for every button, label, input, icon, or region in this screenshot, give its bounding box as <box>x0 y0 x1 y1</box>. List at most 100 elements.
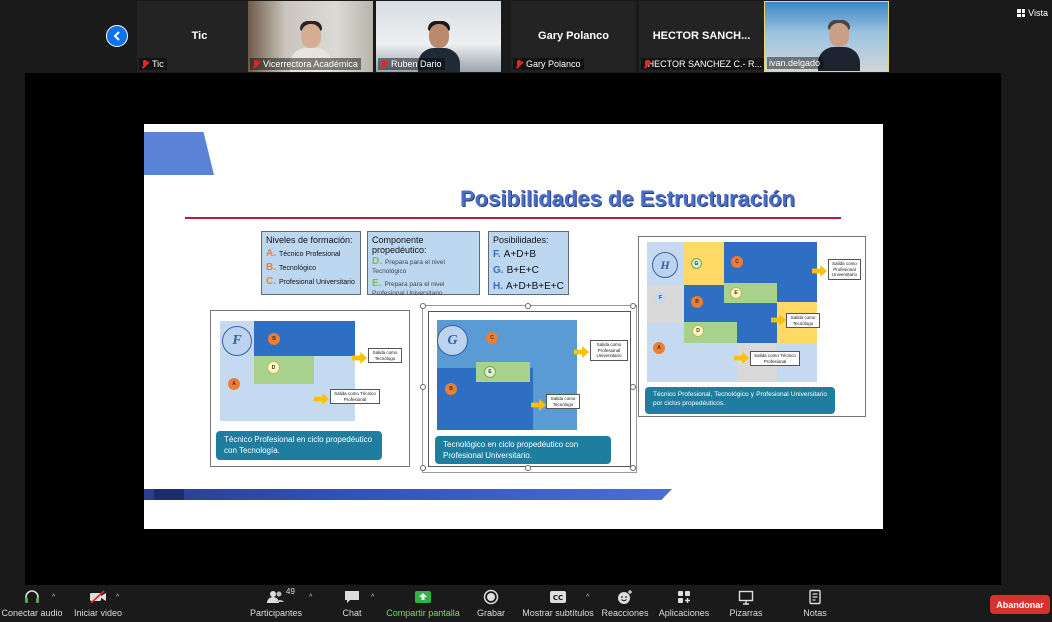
diagram-g-label: G <box>437 325 468 356</box>
muted-mic-icon <box>643 59 648 69</box>
participants-options-caret[interactable]: ^ <box>309 594 312 601</box>
niveles-box: Niveles de formación: A. Técnico Profesio… <box>261 231 361 295</box>
muted-mic-icon <box>141 59 149 69</box>
participant-name: Gary Polanco <box>538 30 609 42</box>
level-circle: E <box>730 287 742 299</box>
resize-handle[interactable] <box>630 384 636 390</box>
share-screen-icon <box>414 589 432 605</box>
participant-tile[interactable]: HECTOR SANCH... HECTOR SANCHEZ C.- R... <box>639 1 764 72</box>
muted-mic-icon <box>515 59 523 69</box>
diagram-g-caption: Tecnológico en ciclo propedéutico con Pr… <box>435 436 611 464</box>
whiteboard-icon <box>738 589 754 605</box>
level-circle: C <box>486 332 498 344</box>
chevron-left-icon <box>113 31 120 41</box>
participant-label: Tic <box>139 58 167 70</box>
componente-box: Componente propedéutico: D. Prepara para … <box>367 231 480 298</box>
emoji-plus-icon <box>617 589 633 605</box>
shared-screen: Posibilidades de Estructuración Niveles … <box>25 73 1001 585</box>
niveles-heading: Niveles de formación: <box>266 235 353 245</box>
video-options-caret[interactable]: ^ <box>116 594 119 601</box>
posibilidades-heading: Posibilidades: <box>493 235 549 245</box>
level-circle: B <box>691 296 703 308</box>
resize-handle[interactable] <box>630 303 636 309</box>
participant-tile[interactable]: Gary Polanco Gary Polanco <box>511 1 636 72</box>
output-label: Salida como Tecnólogo <box>368 348 402 363</box>
video-off-icon <box>89 589 107 605</box>
participant-tile[interactable]: Vicerrectora Académica <box>248 1 373 72</box>
presentation-slide: Posibilidades de Estructuración Niveles … <box>144 124 883 529</box>
grid-view-icon <box>1017 9 1026 17</box>
participant-label: Gary Polanco <box>513 58 584 70</box>
diagram-f-label: F <box>222 326 252 356</box>
output-label: Salida como Técnico Profesional <box>330 389 380 404</box>
componente-item: E. Prepara para el nivel Profesional Univ… <box>372 278 445 298</box>
niveles-item: C. Profesional Universitario <box>266 276 355 287</box>
chat-button[interactable]: Chat <box>338 589 366 618</box>
chat-icon <box>344 589 360 605</box>
output-label: Salida como Tecnólogo <box>546 394 580 409</box>
level-circle: B <box>445 383 457 395</box>
notes-button[interactable]: Notas <box>801 589 829 618</box>
niveles-item: A. Técnico Profesional <box>266 248 341 259</box>
diagram-h: H G C F B E D A Salida como Profesional … <box>638 236 866 417</box>
subtitles-button[interactable]: CC Mostrar subtítulos <box>522 589 594 618</box>
level-circle: D <box>267 361 280 374</box>
output-label: Salida como Profesional Universitario <box>828 259 861 280</box>
participants-count: 49 <box>286 587 295 596</box>
meeting-toolbar: Conectar audio ^ Iniciar video ^ 49 Part… <box>0 585 1052 622</box>
participant-tile[interactable]: ivan.delgado <box>764 1 889 72</box>
level-circle: D <box>692 325 704 337</box>
leave-meeting-button[interactable]: Abandonar <box>990 595 1050 614</box>
share-screen-button[interactable]: Compartir pantalla <box>386 589 460 618</box>
componente-heading: Componente propedéutico: <box>372 235 427 255</box>
subtitles-options-caret[interactable]: ^ <box>586 594 589 601</box>
resize-handle[interactable] <box>630 465 636 471</box>
audio-options-caret[interactable]: ^ <box>52 594 55 601</box>
resize-handle[interactable] <box>420 303 426 309</box>
muted-mic-icon <box>252 59 260 69</box>
posibilidades-box: Posibilidades: F. A+D+B G. B+E+C H. A+D+B+E… <box>488 231 569 295</box>
meeting-window: Tic Tic Vicerrectora Académica Ruben Dar… <box>0 0 1052 622</box>
level-circle: A <box>228 378 240 390</box>
diagram-h-caption: Técnico Profesional, Tecnológico y Profe… <box>645 387 835 414</box>
diagram-f-caption: Técnico Profesional en ciclo propedéutic… <box>216 431 382 460</box>
participant-tile[interactable]: Tic Tic <box>137 1 262 72</box>
resize-handle[interactable] <box>525 465 531 471</box>
participant-name: Tic <box>191 30 208 42</box>
participants-icon: 49 <box>267 587 295 605</box>
apps-button[interactable]: Aplicaciones <box>657 589 711 618</box>
record-icon <box>483 589 499 605</box>
participant-tile[interactable]: Ruben Dario <box>376 1 501 72</box>
view-button[interactable]: Vista <box>1017 8 1048 18</box>
participant-strip: Tic Tic Vicerrectora Académica Ruben Dar… <box>0 0 1052 73</box>
componente-item: D. Prepara para el nivel Tecnológico <box>372 256 445 276</box>
participant-label: ivan.delgado <box>767 57 824 69</box>
posibilidades-item: G. B+E+C <box>493 265 539 276</box>
level-circle: B <box>268 333 280 345</box>
title-underline <box>185 217 841 219</box>
apps-icon <box>676 589 692 605</box>
level-circle: C <box>731 256 743 268</box>
diagram-f: F B D A Salida como Tecnólogo Salida com… <box>210 310 410 467</box>
diagram-h-label: H <box>652 252 678 278</box>
reactions-button[interactable]: Reacciones <box>601 589 649 618</box>
resize-handle[interactable] <box>420 384 426 390</box>
whiteboards-button[interactable]: Pizarras <box>729 589 763 618</box>
participant-label: HECTOR SANCHEZ C.- R... <box>641 58 764 70</box>
slide-title: Posibilidades de Estructuración <box>460 186 795 211</box>
niveles-item: B. Tecnológico <box>266 262 316 273</box>
diagram-g[interactable]: G C E B Salida como Profesional Universi… <box>422 305 637 473</box>
resize-handle[interactable] <box>525 303 531 309</box>
svg-text:CC: CC <box>553 594 563 602</box>
notes-icon <box>808 589 822 605</box>
participants-button[interactable]: 49 Participantes <box>248 587 304 618</box>
participant-name: HECTOR SANCH... <box>652 30 751 42</box>
posibilidades-item: F. A+D+B <box>493 249 537 260</box>
record-button[interactable]: Grabar <box>476 589 506 618</box>
slide-decoration <box>144 132 214 175</box>
previous-page-button[interactable] <box>106 25 128 47</box>
chat-options-caret[interactable]: ^ <box>371 594 374 601</box>
output-label: Salida como Técnico Profesional <box>750 351 800 366</box>
participant-label: Vicerrectora Académica <box>250 58 361 70</box>
resize-handle[interactable] <box>420 465 426 471</box>
